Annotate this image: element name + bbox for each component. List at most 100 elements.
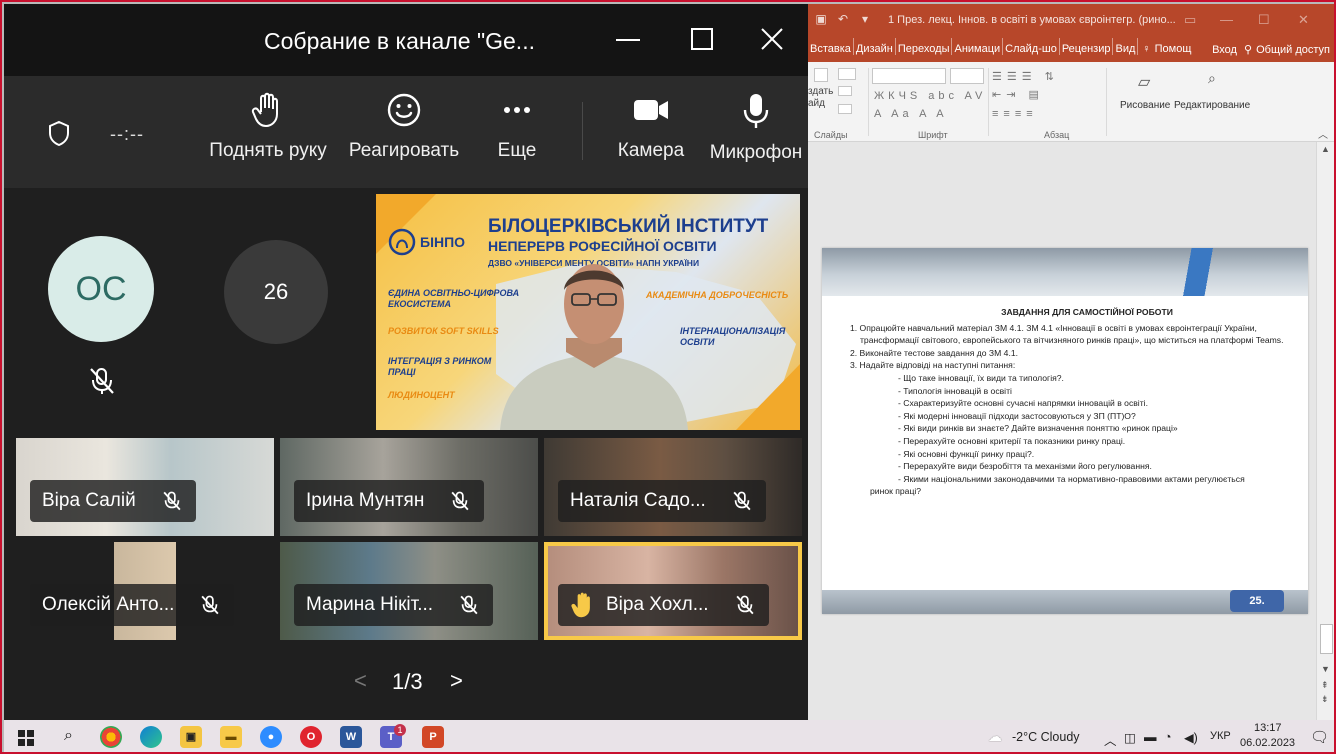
tab-insert[interactable]: Вставка bbox=[808, 38, 854, 55]
slide-question: - Які види ринків ви знаєте? Дайте визна… bbox=[898, 423, 1178, 434]
font-size-combo[interactable] bbox=[950, 68, 984, 84]
ppt-save-icon[interactable]: ▣ bbox=[814, 12, 828, 26]
participant-label: Олексій Анто... bbox=[30, 584, 235, 626]
notification-center-icon[interactable]: 🗨 bbox=[1310, 728, 1329, 746]
prev-page-icon[interactable]: < bbox=[354, 668, 367, 694]
clock-time[interactable]: 13:17 bbox=[1254, 722, 1282, 734]
language-indicator[interactable]: УКР bbox=[1210, 730, 1231, 742]
slide-item: 2. Виконайте тестове завдання до ЗМ 4.1. bbox=[850, 347, 1018, 358]
participant-tile-hand-raised[interactable]: Віра Хохл... bbox=[544, 542, 802, 640]
tray-battery-icon[interactable]: ▬ bbox=[1144, 730, 1157, 744]
participant-tile[interactable]: Олексій Анто... bbox=[16, 542, 274, 640]
opera-icon[interactable]: O bbox=[300, 726, 322, 748]
ppt-minimize-button[interactable]: — bbox=[1220, 12, 1233, 27]
tab-transitions[interactable]: Переходы bbox=[896, 38, 953, 55]
ellipsis-icon bbox=[504, 107, 530, 113]
editing-search-icon[interactable]: ⌕ bbox=[1208, 70, 1216, 87]
control-divider bbox=[582, 102, 583, 160]
layout-icon[interactable] bbox=[838, 68, 856, 80]
ppt-maximize-button[interactable]: ☐ bbox=[1258, 12, 1270, 28]
tab-design[interactable]: Дизайн bbox=[854, 38, 896, 55]
close-icon bbox=[761, 28, 783, 50]
teams-minimize-button[interactable] bbox=[608, 20, 648, 60]
tray-network-icon[interactable]: ◫ bbox=[1124, 730, 1136, 745]
camera-button[interactable]: Камера bbox=[614, 92, 688, 162]
font-color-icons[interactable]: A Aa A A bbox=[874, 108, 948, 120]
windows-start-icon[interactable] bbox=[18, 730, 34, 746]
drawing-icon[interactable]: ▱ bbox=[1138, 72, 1150, 92]
clock-date[interactable]: 06.02.2023 bbox=[1240, 737, 1295, 749]
slide-item: 1. Опрацюйте навчальний матеріал ЗМ 4.1.… bbox=[850, 322, 1284, 346]
presenter-video-tile[interactable]: БІНПО БІЛОЦЕРКІВСЬКИЙ ІНСТИТУТ НЕПЕРЕРВ … bbox=[376, 194, 800, 430]
participant-tile[interactable]: Ірина Мунтян bbox=[280, 438, 538, 536]
word-icon[interactable]: W bbox=[340, 726, 362, 748]
tray-overflow-icon[interactable]: ︿ bbox=[1104, 730, 1117, 749]
teams-maximize-button[interactable] bbox=[682, 20, 722, 60]
chrome-icon[interactable] bbox=[100, 726, 122, 748]
slide-question: - Типологія інновацій в освіті bbox=[898, 385, 1012, 396]
tab-slideshow[interactable]: Слайд-шо bbox=[1003, 38, 1060, 55]
ppt-qat-dropdown-icon[interactable]: ▾ bbox=[858, 12, 872, 26]
tab-view[interactable]: Вид bbox=[1113, 38, 1139, 55]
next-slide-icon[interactable]: ⇟ bbox=[1321, 694, 1329, 705]
tab-help[interactable]: Помощ bbox=[1153, 38, 1194, 55]
ppt-undo-icon[interactable]: ↶ bbox=[836, 12, 850, 26]
teams-close-button[interactable] bbox=[752, 20, 792, 60]
scroll-down-icon[interactable]: ▼ bbox=[1321, 664, 1330, 674]
tray-volume-icon[interactable]: ◀) bbox=[1184, 730, 1198, 745]
tab-animations[interactable]: Анимаци bbox=[952, 38, 1004, 55]
align-icons[interactable]: ≡≡≡≡ bbox=[992, 108, 1038, 120]
collapse-ribbon-icon[interactable]: ︿ bbox=[1318, 126, 1328, 141]
section-icon[interactable] bbox=[838, 104, 852, 114]
weather-widget[interactable]: -2°C Cloudy bbox=[1012, 730, 1080, 744]
new-slide-icon[interactable] bbox=[814, 68, 828, 82]
participant-tile[interactable]: Наталія Садо... bbox=[544, 438, 802, 536]
slide-scrollbar[interactable]: ▲ ▼ ⇞ ⇟ bbox=[1316, 142, 1334, 720]
participant-name: Віра Салій bbox=[42, 490, 136, 511]
slide-editor: ЗАВДАННЯ ДЛЯ САМОСТІЙНОЇ РОБОТИ 1. Опрац… bbox=[808, 142, 1316, 720]
ppt-ribbon-display-icon[interactable]: ▭ bbox=[1184, 12, 1196, 28]
signin-link[interactable]: Вход bbox=[1210, 39, 1239, 56]
raise-hand-button[interactable]: Поднять руку bbox=[206, 92, 330, 162]
shield-icon[interactable] bbox=[48, 120, 70, 146]
tab-review[interactable]: Рецензир bbox=[1060, 38, 1114, 55]
help-search-icon[interactable]: ♀ bbox=[1138, 38, 1152, 55]
slide-question: - Схарактеризуйте основні сучасні напрям… bbox=[898, 398, 1148, 409]
participant-tile[interactable]: Віра Салій bbox=[16, 438, 274, 536]
drawing-button[interactable]: Рисование bbox=[1120, 100, 1170, 111]
tray-wifi-icon[interactable]: ◔ bbox=[1164, 730, 1172, 744]
powerpoint-window: ▣ ↶ ▾ 1 През. лекц. Іннов. в освіті в ум… bbox=[808, 4, 1334, 720]
zoom-icon[interactable]: ● bbox=[260, 726, 282, 748]
mic-button[interactable]: Микрофон bbox=[706, 92, 806, 164]
slide-canvas[interactable]: ЗАВДАННЯ ДЛЯ САМОСТІЙНОЇ РОБОТИ 1. Опрац… bbox=[822, 248, 1308, 614]
reset-icon[interactable] bbox=[838, 86, 852, 96]
next-page-icon[interactable]: > bbox=[450, 668, 463, 694]
overflow-count-avatar[interactable]: 26 bbox=[224, 240, 328, 344]
participant-tile[interactable]: Марина Нікіт... bbox=[280, 542, 538, 640]
scroll-up-icon[interactable]: ▲ bbox=[1321, 144, 1330, 154]
list-icons[interactable]: ☰☰☰ ⇅ bbox=[992, 70, 1059, 83]
font-name-combo[interactable] bbox=[872, 68, 946, 84]
prev-slide-icon[interactable]: ⇞ bbox=[1321, 680, 1329, 691]
more-button[interactable]: Еще bbox=[492, 92, 542, 162]
share-button[interactable]: Общий доступ bbox=[1254, 39, 1332, 56]
edge-icon[interactable] bbox=[140, 726, 162, 748]
keyword: ЕКОСИСТЕМА bbox=[388, 299, 452, 309]
scroll-thumb[interactable] bbox=[1320, 624, 1333, 654]
share-icon[interactable]: ⚲ bbox=[1242, 38, 1254, 56]
participant-name: Ірина Мунтян bbox=[306, 490, 425, 511]
file-explorer-icon[interactable]: ▬ bbox=[220, 726, 242, 748]
search-icon[interactable]: ⌕ bbox=[64, 727, 73, 745]
participant-label: Ірина Мунтян bbox=[294, 480, 485, 522]
windows-taskbar: ⌕ ▣ ▬ ● O W T 1 P ☁ -2°C Cloudy ︿ ◫ ▬ ◔ … bbox=[4, 720, 1334, 752]
slide-question-end: ринок праці? bbox=[870, 486, 922, 497]
editing-button[interactable]: Редактирование bbox=[1174, 100, 1250, 111]
avatar-os[interactable]: ОС bbox=[48, 236, 154, 342]
camera-label: Камера bbox=[617, 140, 685, 161]
indent-icons[interactable]: ⇤⇥ ▤ bbox=[992, 88, 1044, 101]
photo-app-icon[interactable]: ▣ bbox=[180, 726, 202, 748]
font-format-icons[interactable]: ЖКЧS abc AV bbox=[874, 90, 986, 102]
powerpoint-icon[interactable]: P bbox=[422, 726, 444, 748]
react-button[interactable]: Реагировать bbox=[344, 92, 464, 162]
ppt-close-button[interactable]: ✕ bbox=[1298, 12, 1309, 28]
